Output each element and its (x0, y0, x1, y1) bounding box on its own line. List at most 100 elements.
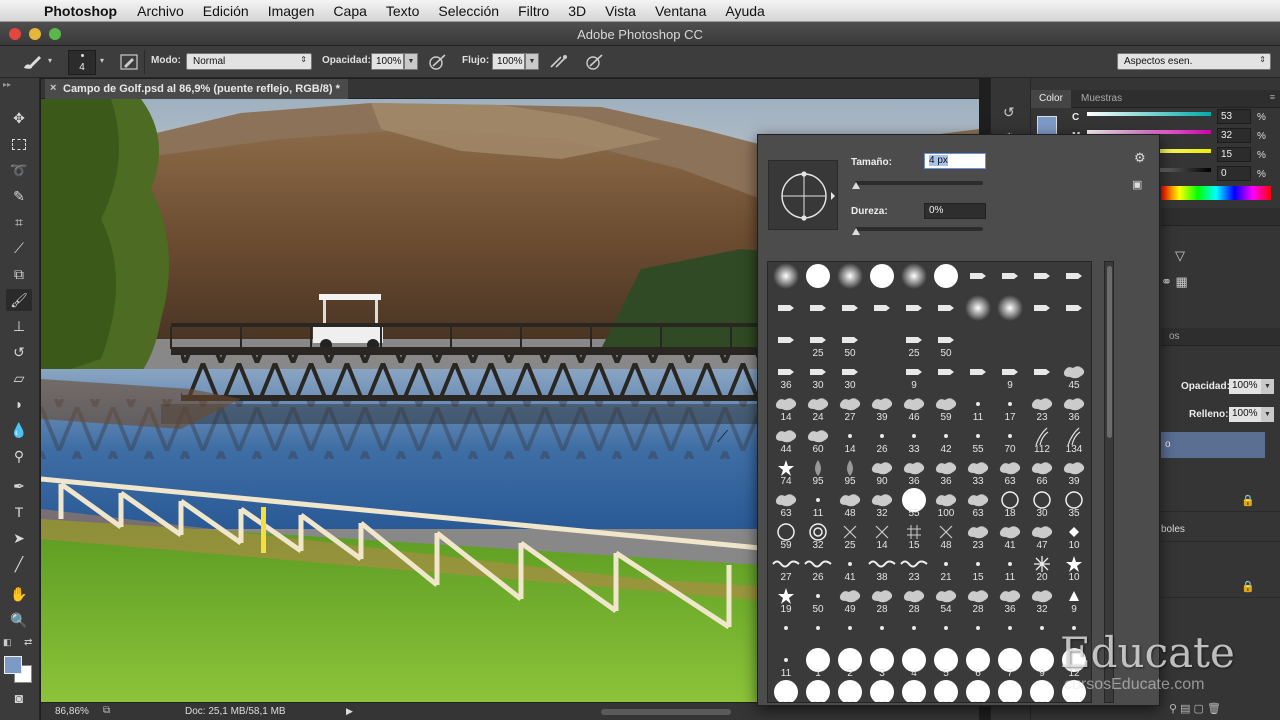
brush-preset-tip-50[interactable]: 50 (930, 328, 962, 360)
brush-preset-dot[interactable] (834, 616, 866, 648)
brush-preset-hard-55[interactable]: 55 (898, 488, 930, 520)
brush-preset-tip[interactable] (866, 296, 898, 328)
brush-preset-drop-95[interactable]: 95 (802, 456, 834, 488)
brush-preset-hard[interactable] (802, 264, 834, 296)
brush-preset-tip[interactable] (770, 328, 802, 360)
brush-preset-tip[interactable] (770, 296, 802, 328)
brush-preset-dot[interactable] (866, 616, 898, 648)
brush-preset-dot[interactable] (930, 616, 962, 648)
brush-preset-ring-30[interactable]: 30 (1026, 488, 1058, 520)
menu-3d[interactable]: 3D (568, 3, 586, 19)
brush-preset-hard-5[interactable]: 5 (930, 648, 962, 680)
brush-preset-cross-14[interactable]: 14 (866, 520, 898, 552)
brush-preset-hard[interactable] (866, 264, 898, 296)
brush-preset-splat-60[interactable]: 60 (802, 424, 834, 456)
brush-tip-preview[interactable] (768, 160, 838, 230)
color-panel-foreground-swatch[interactable] (1037, 116, 1057, 136)
brush-preset-tip[interactable] (962, 360, 994, 392)
brush-preset-tip-30[interactable]: 30 (802, 360, 834, 392)
brush-preset-hard-32[interactable]: 32 (962, 680, 994, 702)
size-input[interactable]: 4 px (924, 153, 986, 169)
brush-preset-tip-36[interactable]: 36 (770, 360, 802, 392)
menu-app-name[interactable]: Photoshop (44, 3, 117, 19)
new-preset-icon[interactable]: ▣ (1132, 178, 1142, 191)
brush-preset-soft[interactable] (834, 263, 866, 296)
brush-preset-dot[interactable] (1058, 616, 1090, 648)
line-tool-icon[interactable]: ╱ (6, 553, 32, 575)
brush-preset-ring-18[interactable]: 18 (994, 488, 1026, 520)
menu-archivo[interactable]: Archivo (137, 3, 184, 19)
brush-preset-wave-26[interactable]: 26 (802, 552, 834, 584)
menu-filtro[interactable]: Filtro (518, 3, 549, 19)
brush-preset-tip[interactable] (962, 264, 994, 296)
brush-preset-dot[interactable] (994, 616, 1026, 648)
brush-preset-splat-33[interactable]: 33 (962, 456, 994, 488)
brush-preset-splat-14[interactable]: 14 (770, 392, 802, 424)
hardness-slider-thumb[interactable] (852, 228, 860, 235)
brush-preset-splat-90[interactable]: 90 (866, 456, 898, 488)
tool-preset-dropdown-arrow[interactable]: ▾ (48, 56, 52, 65)
menu-edicion[interactable]: Edición (203, 3, 249, 19)
zoom-level[interactable]: 86,86% (55, 706, 89, 717)
brush-preset-dot-14[interactable]: 14 (834, 424, 866, 456)
brush-preset-hard-36[interactable]: 36 (994, 680, 1026, 702)
brush-preset-splat-23[interactable]: 23 (1026, 392, 1058, 424)
brush-preset-dot[interactable] (770, 616, 802, 648)
document-tab[interactable]: × Campo de Golf.psd al 86,9% (puente ref… (45, 79, 348, 99)
hardness-input[interactable]: 0% (924, 203, 986, 219)
brush-preset-splat-41[interactable]: 41 (994, 520, 1026, 552)
brush-preset-soft[interactable] (770, 263, 802, 296)
airbrush-icon[interactable] (548, 53, 570, 71)
brush-preset-hard-48[interactable]: 48 (1058, 680, 1090, 702)
crop-tool-icon[interactable]: ⌗ (6, 211, 32, 233)
brush-preset-tip[interactable] (1026, 296, 1058, 328)
tab-color[interactable]: Color (1031, 90, 1071, 108)
brush-preset-soft[interactable] (994, 295, 1026, 328)
brush-preset-tri-9[interactable]: 9 (1058, 584, 1090, 616)
opacity-input[interactable]: 100% (371, 53, 404, 70)
brush-preset-splat-28[interactable]: 28 (898, 584, 930, 616)
brush-preset-tip-25[interactable]: 25 (898, 328, 930, 360)
status-menu-arrow-icon[interactable]: ▶ (346, 706, 353, 717)
brush-preset-splat-63[interactable]: 63 (994, 456, 1026, 488)
brush-tool-icon[interactable] (20, 53, 44, 71)
adjustment-icons[interactable]: ▽ (1175, 248, 1185, 264)
eraser-tool-icon[interactable]: ▱ (6, 367, 32, 389)
brush-preset-tip[interactable] (1026, 264, 1058, 296)
brush-preset-hard-3[interactable]: 3 (866, 648, 898, 680)
menu-ayuda[interactable]: Ayuda (725, 3, 764, 19)
brush-preset-dot[interactable] (962, 616, 994, 648)
brush-preset-splat-54[interactable]: 54 (930, 584, 962, 616)
brush-preset-grass-112[interactable]: 112 (1026, 424, 1058, 456)
default-colors-icon[interactable]: ◧ (3, 637, 12, 648)
adjustment-icons-row2[interactable]: ⚭ ▦ (1161, 274, 1188, 290)
brush-preset-dropdown-arrow[interactable]: ▾ (100, 56, 104, 65)
pressure-size-icon[interactable] (584, 53, 606, 71)
brush-preset-splat-36[interactable]: 36 (1058, 392, 1090, 424)
type-tool-icon[interactable]: T (6, 501, 32, 523)
brush-preset-dot-15[interactable]: 15 (962, 552, 994, 584)
brush-preset-hard-13[interactable]: 13 (770, 680, 802, 702)
channel-slider-c[interactable] (1087, 112, 1211, 116)
brush-preset-splat-59[interactable]: 59 (930, 392, 962, 424)
brush-preset-tip[interactable] (994, 264, 1026, 296)
layer-row[interactable]: 🔒 (1161, 572, 1280, 598)
history-icon[interactable]: ↺ (1003, 104, 1015, 121)
brush-preset-dot[interactable] (802, 616, 834, 648)
channel-value-m[interactable]: 32 (1217, 128, 1251, 143)
menu-vista[interactable]: Vista (605, 3, 636, 19)
channel-value-k[interactable]: 0 (1217, 166, 1251, 181)
brush-preset-splat-28[interactable]: 28 (962, 584, 994, 616)
panel-menu-icon[interactable]: ≡ (1270, 92, 1275, 102)
mode-select[interactable]: Normal ⇕ (186, 53, 312, 70)
brush-preset-splat-48[interactable]: 48 (834, 488, 866, 520)
brush-preset-splat-36[interactable]: 36 (994, 584, 1026, 616)
blur-tool-icon[interactable]: 💧 (6, 419, 32, 441)
brush-preset-drop-95[interactable]: 95 (834, 456, 866, 488)
lasso-tool-icon[interactable]: ➰ (6, 159, 32, 181)
color-spectrum-ramp[interactable] (1161, 186, 1271, 200)
brush-preset-splat-27[interactable]: 27 (834, 392, 866, 424)
brush-preset-tip-25[interactable]: 25 (802, 328, 834, 360)
brush-preset-hard-28[interactable]: 28 (930, 680, 962, 702)
brush-tool-icon[interactable]: 🖌 (6, 289, 32, 311)
